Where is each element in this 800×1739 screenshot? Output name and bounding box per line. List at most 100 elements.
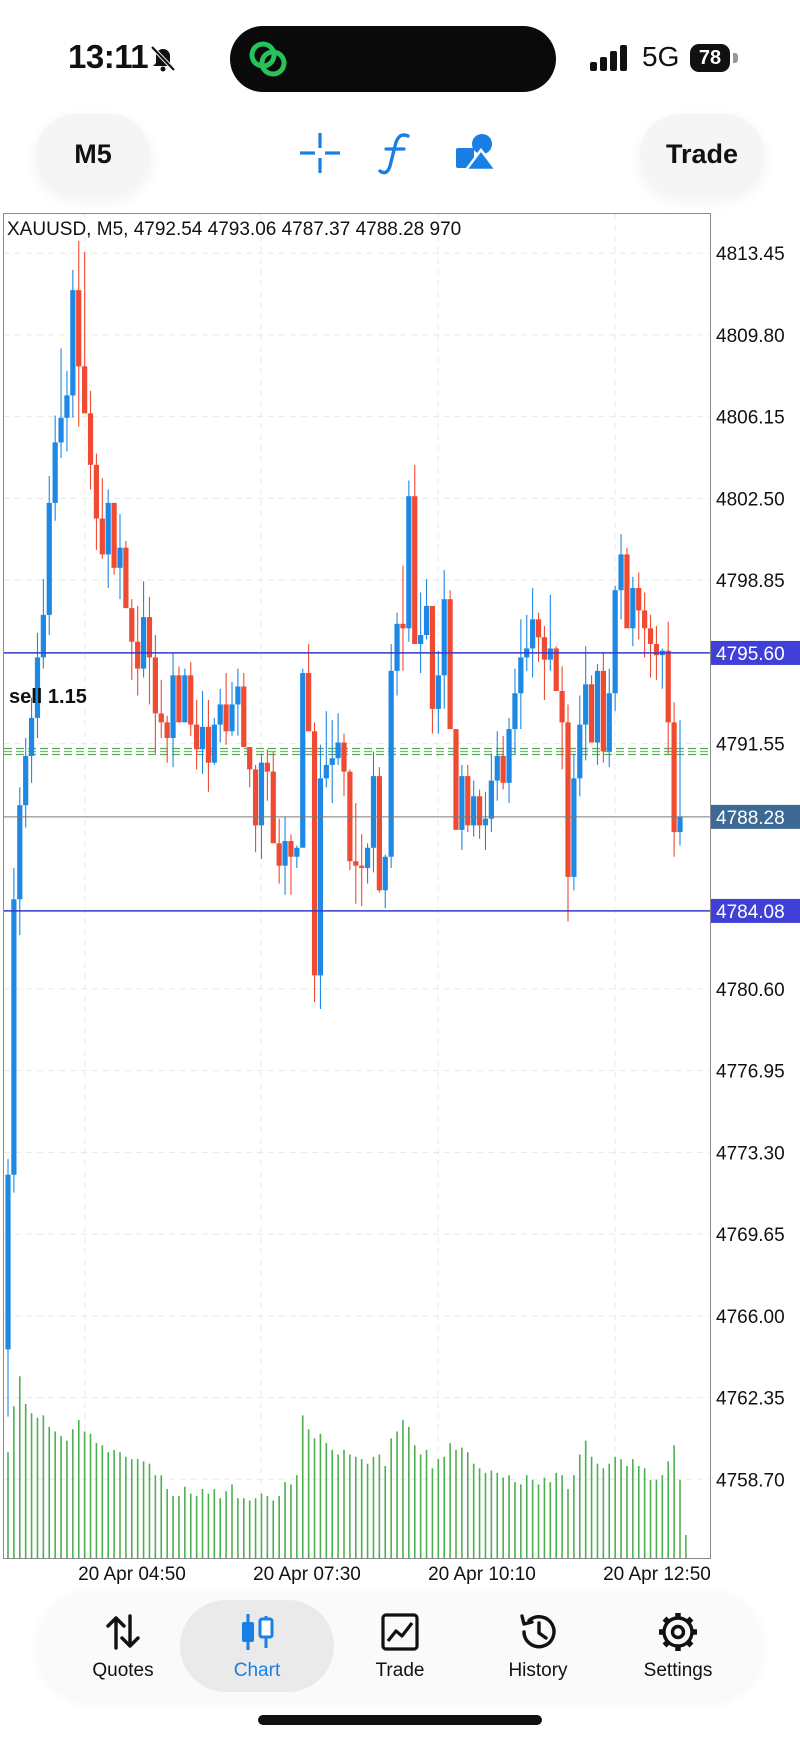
candle-body (636, 587, 642, 611)
candle-body (282, 841, 288, 866)
candle-body (300, 673, 306, 848)
candle-body (547, 648, 553, 660)
candle-body (423, 605, 430, 636)
candle-body (311, 731, 318, 976)
home-indicator (258, 1715, 542, 1725)
candle-body (317, 778, 324, 976)
candle-body (618, 554, 624, 591)
price-tick-label: 4806.15 (716, 408, 785, 429)
candle-body (152, 657, 158, 714)
candle-body (671, 722, 677, 833)
tab-history[interactable]: History (468, 1592, 608, 1700)
candle-body (594, 670, 601, 743)
candle-body (188, 675, 194, 725)
candle-body (5, 1174, 11, 1350)
candle-body (223, 704, 229, 732)
time-axis-label: 20 Apr 10:10 (428, 1564, 536, 1585)
price-tick-label: 4780.60 (716, 980, 785, 1001)
candle-body (488, 780, 494, 819)
price-tick-label: 4758.70 (716, 1470, 785, 1491)
tab-history-label: History (508, 1660, 568, 1681)
candle-body (294, 847, 300, 857)
price-tick-label: 4802.50 (716, 489, 785, 510)
candle-body (441, 599, 447, 676)
candle-body (465, 776, 471, 826)
candle-body (11, 899, 17, 1175)
price-tick-label: 4776.95 (716, 1062, 785, 1083)
price-tick-label: 4769.65 (716, 1225, 785, 1246)
candle-body (82, 366, 88, 414)
candle-body (447, 599, 453, 730)
candle-body (512, 693, 518, 730)
candle-body (135, 641, 141, 669)
price-tick-label: 4773.30 (716, 1143, 785, 1164)
candles-icon (242, 1614, 274, 1650)
candle-body (288, 841, 294, 857)
candle-body (270, 771, 276, 844)
candle-body (624, 554, 630, 629)
candle-body (370, 776, 377, 848)
time-axis-label: 20 Apr 07:30 (253, 1564, 361, 1585)
tab-settings[interactable]: Settings (608, 1592, 748, 1700)
candle-body (471, 796, 477, 826)
candle-body (46, 502, 52, 615)
candle-body (565, 722, 571, 877)
candle-body (123, 547, 129, 609)
candle-body (99, 518, 105, 555)
candle-body (205, 726, 212, 763)
candle-body (394, 623, 400, 671)
candle-body (247, 746, 253, 770)
candle-body (600, 670, 606, 752)
time-axis-label: 20 Apr 04:50 (78, 1564, 186, 1585)
candle-body (677, 816, 683, 833)
candle-body (87, 413, 94, 465)
candle-body (506, 729, 512, 783)
time-axis-label: 20 Apr 12:50 (603, 1564, 711, 1585)
candle-body (241, 686, 247, 747)
settings-gear-icon (659, 1613, 697, 1651)
candle-body (182, 675, 188, 723)
candle-body (76, 290, 82, 367)
quotes-arrows-icon (106, 1614, 140, 1650)
candle-body (93, 464, 100, 519)
candle-body (606, 693, 612, 752)
candle-body (553, 648, 559, 692)
order-label: sell 1.15 (9, 686, 87, 708)
candle-body (571, 778, 577, 877)
tab-settings-label: Settings (643, 1660, 713, 1681)
candle-body (170, 675, 176, 739)
price-chart[interactable]: 4813.45 4809.80 4806.15 4802.50 4798.85 4791.… (0, 0, 800, 1739)
tab-chart[interactable]: Chart (180, 1600, 334, 1692)
candle-body (17, 805, 23, 900)
tab-quotes[interactable]: Quotes (53, 1592, 193, 1700)
price-tick-label: 4798.85 (716, 571, 785, 592)
candle-body (264, 762, 270, 772)
chart-symbol-info: XAUUSD, M5, 4792.54 4793.06 4787.37 4788… (7, 219, 462, 240)
candle-body (117, 547, 123, 568)
price-line-label: 4788.28 (716, 808, 785, 829)
candle-body (111, 502, 117, 568)
candle-body (335, 742, 341, 759)
candle-body (388, 670, 394, 857)
trade-chart-icon (381, 1613, 419, 1651)
candle-body (577, 724, 583, 779)
candle-body (229, 704, 235, 732)
candle-body (541, 637, 548, 660)
candle-body (70, 290, 76, 396)
candle-body (364, 847, 371, 868)
price-tick-label: 4766.00 (716, 1307, 785, 1328)
candle-body (588, 684, 595, 743)
price-tick-label: 4809.80 (716, 326, 785, 347)
candle-body (235, 686, 241, 705)
tab-trade[interactable]: Trade (330, 1592, 470, 1700)
history-clock-icon (520, 1614, 556, 1649)
candle-body (476, 796, 483, 826)
candle-body (412, 496, 418, 644)
candle-body (129, 608, 135, 642)
candle-body (482, 818, 489, 826)
candle-body (665, 650, 671, 723)
candle-body (359, 865, 365, 868)
candle-body (64, 395, 70, 418)
tab-trade-label: Trade (375, 1660, 425, 1681)
candle-body (376, 776, 382, 891)
